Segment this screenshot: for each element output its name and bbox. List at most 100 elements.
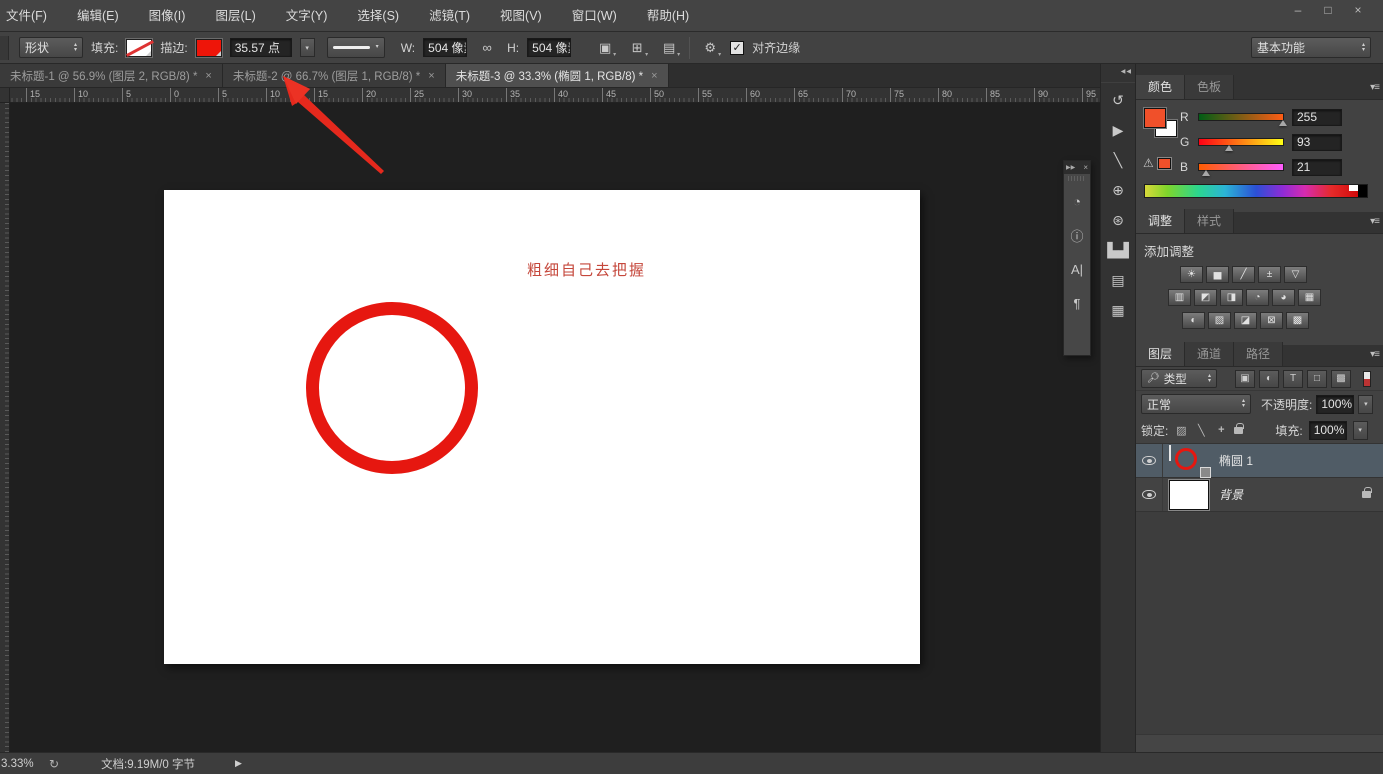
menu-item[interactable]: 滤镜(T) [414,0,485,32]
layer-name[interactable]: 背景 [1219,486,1243,503]
channel-mixer-icon[interactable]: ◕ [1272,289,1295,306]
canvas-area[interactable]: 粗细自己去把握 [10,103,1100,752]
color-lookup-icon[interactable]: ▦ [1298,289,1321,306]
menu-item[interactable]: 帮助(H) [632,0,704,32]
tab-close-icon[interactable]: × [205,70,211,82]
geometry-options-gear-icon[interactable]: ⚙▾ [698,37,722,59]
path-alignment-icon[interactable]: ⊞▾ [625,37,649,59]
color-spectrum-ramp[interactable] [1144,184,1368,198]
red-slider[interactable] [1198,113,1284,121]
measurement-log-panel-icon[interactable]: ▦ [1101,295,1135,325]
close-dock-icon[interactable]: × [1083,163,1088,172]
blend-mode-select[interactable]: 正常▴▾ [1141,394,1251,414]
tab-swatches[interactable]: 色板 [1185,75,1234,99]
menu-item[interactable]: 文件(F) [0,0,62,32]
green-slider[interactable] [1198,138,1284,146]
layer-row-ellipse[interactable]: 椭圆 1 [1136,444,1383,478]
foreground-color-swatch[interactable] [1144,108,1166,128]
hue-saturation-icon[interactable]: ▥ [1168,289,1191,306]
document-canvas[interactable]: 粗细自己去把握 [164,190,920,664]
fill-dropdown-icon[interactable]: ▾ [1353,421,1368,440]
minimize-button[interactable]: – [1283,0,1313,20]
gamut-color-swatch[interactable] [1158,158,1171,169]
tab-adjustments[interactable]: 调整 [1136,209,1185,233]
menu-item[interactable]: 窗口(W) [557,0,632,32]
green-value-input[interactable]: 93 [1292,134,1342,151]
link-dimensions-icon[interactable]: ∞ [475,37,499,59]
histogram-panel-icon[interactable]: ▙▟ [1101,235,1135,265]
status-options-arrow-icon[interactable]: ▶ [235,758,242,769]
layer-name[interactable]: 椭圆 1 [1219,452,1253,469]
pixel-layer-filter-icon[interactable]: ▣ [1235,370,1255,388]
tab-paths[interactable]: 路径 [1234,342,1283,366]
layer-thumbnail[interactable] [1169,480,1209,510]
gamut-warning-icon[interactable]: ⚠ [1143,156,1154,170]
stroke-width-dropdown-icon[interactable]: ▾ [300,38,315,57]
tab-close-icon[interactable]: × [428,70,434,82]
fill-opacity-input[interactable]: 100% [1309,421,1347,440]
invert-icon[interactable]: ◐ [1182,312,1205,329]
color-balance-icon[interactable]: ◩ [1194,289,1217,306]
notes-panel-icon[interactable]: ▤ [1101,265,1135,295]
levels-icon[interactable]: ▅ [1206,266,1229,283]
tab-styles[interactable]: 样式 [1185,209,1234,233]
adjustment-layer-filter-icon[interactable]: ◐ [1259,370,1279,388]
tab-channels[interactable]: 通道 [1185,342,1234,366]
photo-filter-icon[interactable]: ◔ [1246,289,1269,306]
lock-position-icon[interactable]: + [1214,424,1228,436]
tab-color[interactable]: 颜色 [1136,75,1185,99]
posterize-icon[interactable]: ▨ [1208,312,1231,329]
character-panel-icon[interactable]: A| [1064,255,1090,283]
layer-thumbnail[interactable] [1169,446,1209,476]
workspace-select[interactable]: 基本功能▴▾ [1251,37,1371,58]
visibility-eye-icon[interactable] [1142,490,1156,499]
lock-pixels-icon[interactable]: ╲ [1194,424,1208,437]
paragraph-panel-icon[interactable]: ¶ [1064,289,1090,317]
width-input[interactable]: 504 像素 [423,38,467,57]
panel-menu-icon[interactable]: ▾≡ [1370,82,1379,93]
visibility-eye-icon[interactable] [1142,456,1156,465]
red-value-input[interactable]: 255 [1292,109,1342,126]
height-input[interactable]: 504 像素 [527,38,571,57]
menu-item[interactable]: 图像(I) [134,0,201,32]
menu-item[interactable]: 选择(S) [342,0,414,32]
close-button[interactable]: × [1343,0,1373,20]
stroke-width-input[interactable]: 35.57 点 [230,38,292,57]
shape-layer-filter-icon[interactable]: □ [1307,370,1327,388]
layer-filter-toggle[interactable] [1363,371,1371,387]
tab-close-icon[interactable]: × [651,70,657,82]
black-white-icon[interactable]: ◨ [1220,289,1243,306]
zoom-level-input[interactable]: 3.33% [1,758,43,770]
layer-row-background[interactable]: 背景 [1136,478,1383,512]
opacity-dropdown-icon[interactable]: ▾ [1358,395,1373,414]
brightness-contrast-icon[interactable]: ☀ [1180,266,1203,283]
path-arrangement-icon[interactable]: ▤▾ [657,37,681,59]
actions-panel-icon[interactable]: ▶ [1101,115,1135,145]
grip-handle[interactable] [1068,176,1086,181]
menu-item[interactable]: 图层(L) [200,0,270,32]
tool-mode-select[interactable]: 形状▴▾ [19,37,83,58]
selective-color-icon[interactable]: ⊠ [1260,312,1283,329]
navigator-panel-icon[interactable]: ⊛ [1101,205,1135,235]
document-tab[interactable]: 未标题-2 @ 66.7% (图层 1, RGB/8) *× [223,64,446,87]
tool-presets-panel-icon[interactable]: ◔ [1064,187,1090,215]
blue-slider[interactable] [1198,163,1284,171]
stroke-style-select[interactable]: ▾ [327,37,385,58]
brush-panel-icon[interactable]: ╲ [1101,145,1135,175]
maximize-button[interactable]: □ [1313,0,1343,20]
threshold-icon[interactable]: ◪ [1234,312,1257,329]
menu-item[interactable]: 视图(V) [485,0,557,32]
menu-item[interactable]: 编辑(E) [62,0,134,32]
info-panel-icon[interactable]: ⓘ [1064,221,1090,249]
lock-all-icon[interactable] [1234,427,1243,434]
opacity-input[interactable]: 100% [1316,395,1354,414]
type-layer-filter-icon[interactable]: T [1283,370,1303,388]
smart-object-filter-icon[interactable]: ▩ [1331,370,1351,388]
document-tab[interactable]: 未标题-3 @ 33.3% (椭圆 1, RGB/8) *× [446,64,669,87]
gradient-map-icon[interactable]: ▩ [1286,312,1309,329]
green-slider-thumb[interactable] [1225,145,1233,151]
path-operations-icon[interactable]: ▣▾ [593,37,617,59]
tool-preset-icon[interactable] [0,36,9,60]
red-slider-thumb[interactable] [1279,120,1287,126]
vibrance-icon[interactable]: ▽ [1284,266,1307,283]
